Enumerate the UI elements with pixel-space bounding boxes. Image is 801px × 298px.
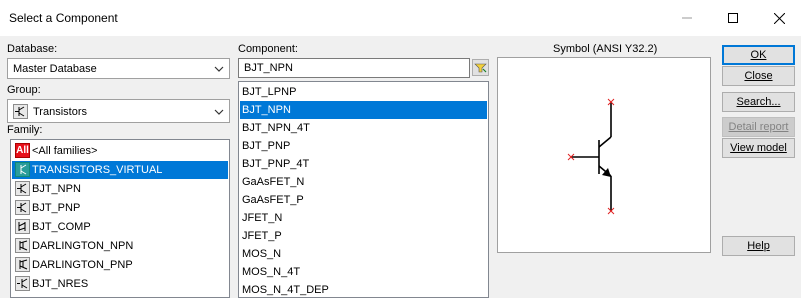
family-item-label: DARLINGTON_NPN bbox=[32, 240, 134, 252]
family-item-label: BJT_NRES bbox=[32, 278, 89, 290]
component-item-label: BJT_PNP_4T bbox=[242, 158, 310, 170]
virtual-transistor-icon bbox=[15, 162, 30, 177]
view-model-button[interactable]: View model bbox=[722, 138, 795, 158]
family-item-bjt-pnp[interactable]: BJT_PNP bbox=[12, 199, 228, 217]
family-item-label: BJT_PNP bbox=[32, 202, 81, 214]
minimize-icon bbox=[682, 17, 692, 19]
component-item-label: BJT_PNP bbox=[242, 140, 291, 152]
darlington-pnp-icon bbox=[15, 257, 30, 272]
chevron-down-icon bbox=[214, 109, 224, 115]
component-item[interactable]: BJT_PNP_4T bbox=[240, 155, 487, 173]
maximize-icon bbox=[728, 13, 738, 23]
database-value: Master Database bbox=[13, 63, 97, 75]
component-item-selected[interactable]: BJT_NPN bbox=[240, 101, 487, 119]
component-item-label: JFET_P bbox=[242, 230, 282, 242]
component-item[interactable]: JFET_N bbox=[240, 209, 487, 227]
filter-icon bbox=[474, 63, 487, 73]
component-item-label: BJT_NPN bbox=[242, 104, 291, 116]
family-item-bjt-comp[interactable]: BJT_COMP bbox=[12, 218, 228, 236]
component-item[interactable]: JFET_P bbox=[240, 227, 487, 245]
family-item-label: DARLINGTON_PNP bbox=[32, 259, 133, 271]
component-item[interactable]: BJT_LPNP bbox=[240, 83, 487, 101]
group-select[interactable]: Transistors bbox=[7, 99, 230, 123]
chevron-down-icon bbox=[214, 66, 224, 72]
family-item-label: TRANSISTORS_VIRTUAL bbox=[32, 164, 163, 176]
database-select[interactable]: Master Database bbox=[7, 58, 230, 79]
component-item[interactable]: BJT_PNP bbox=[240, 137, 487, 155]
function-label-partial bbox=[497, 283, 527, 298]
family-item-transistors-virtual[interactable]: TRANSISTORS_VIRTUAL bbox=[12, 161, 228, 179]
search-button[interactable]: Search... bbox=[722, 92, 795, 112]
family-item-label: BJT_COMP bbox=[32, 221, 91, 233]
family-item-bjt-nres[interactable]: BJT_NRES bbox=[12, 275, 228, 293]
transistor-icon bbox=[13, 104, 28, 119]
component-item-label: JFET_N bbox=[242, 212, 283, 224]
family-list[interactable]: All <All families> TRANSISTORS_VIRTUAL B… bbox=[10, 139, 230, 298]
group-value: Transistors bbox=[33, 106, 87, 118]
close-button[interactable]: Close bbox=[722, 66, 795, 86]
symbol-preview bbox=[497, 57, 711, 253]
maximize-button[interactable] bbox=[710, 4, 756, 32]
window-title: Select a Component bbox=[9, 11, 118, 25]
component-item-label: BJT_NPN_4T bbox=[242, 122, 310, 134]
family-item-label: <All families> bbox=[32, 145, 98, 157]
ok-button[interactable]: OK bbox=[722, 45, 795, 65]
all-families-icon: All bbox=[15, 143, 30, 158]
component-item[interactable]: MOS_N_4T bbox=[240, 263, 487, 281]
database-label: Database: bbox=[7, 43, 58, 55]
component-item[interactable]: BJT_NPN_4T bbox=[240, 119, 487, 137]
component-item[interactable]: GaAsFET_N bbox=[240, 173, 487, 191]
component-filter-button[interactable] bbox=[472, 59, 489, 76]
component-item[interactable]: GaAsFET_P bbox=[240, 191, 487, 209]
close-window-button[interactable] bbox=[756, 4, 801, 32]
bjt-nres-icon bbox=[15, 276, 30, 291]
help-button[interactable]: Help bbox=[722, 236, 795, 256]
family-item-bjt-npn[interactable]: BJT_NPN bbox=[12, 180, 228, 198]
symbol-label: Symbol (ANSI Y32.2) bbox=[553, 43, 658, 55]
family-item-darlington-pnp[interactable]: DARLINGTON_PNP bbox=[12, 256, 228, 274]
component-item-label: MOS_N_4T_DEP bbox=[242, 284, 329, 296]
family-item-label: BJT_NPN bbox=[32, 183, 81, 195]
bjt-npn-icon bbox=[15, 181, 30, 196]
component-item[interactable]: MOS_N_4T_DEP bbox=[240, 281, 487, 297]
group-label: Group: bbox=[7, 84, 41, 96]
detail-report-button[interactable]: Detail report bbox=[722, 117, 795, 137]
component-item-label: BJT_LPNP bbox=[242, 86, 297, 98]
family-item-all[interactable]: All <All families> bbox=[12, 142, 228, 160]
component-item-label: MOS_N_4T bbox=[242, 266, 301, 278]
component-item-label: GaAsFET_N bbox=[242, 176, 305, 188]
component-value: BJT_NPN bbox=[244, 62, 293, 74]
family-item-darlington-npn[interactable]: DARLINGTON_NPN bbox=[12, 237, 228, 255]
title-bar: Select a Component bbox=[0, 0, 801, 36]
npn-transistor-symbol bbox=[567, 98, 615, 215]
bjt-pnp-icon bbox=[15, 200, 30, 215]
close-icon bbox=[773, 12, 785, 24]
darlington-npn-icon bbox=[15, 238, 30, 253]
minimize-button[interactable] bbox=[664, 4, 710, 32]
component-list[interactable]: BJT_LPNP BJT_NPN BJT_NPN_4T BJT_PNP BJT_… bbox=[238, 81, 489, 298]
component-label: Component: bbox=[238, 43, 298, 55]
bjt-comp-icon bbox=[15, 219, 30, 234]
family-label: Family: bbox=[7, 124, 43, 136]
component-item-label: MOS_N bbox=[242, 248, 282, 260]
component-item-label: GaAsFET_P bbox=[242, 194, 304, 206]
component-item[interactable]: MOS_N bbox=[240, 245, 487, 263]
component-search-input[interactable]: BJT_NPN bbox=[238, 58, 470, 78]
